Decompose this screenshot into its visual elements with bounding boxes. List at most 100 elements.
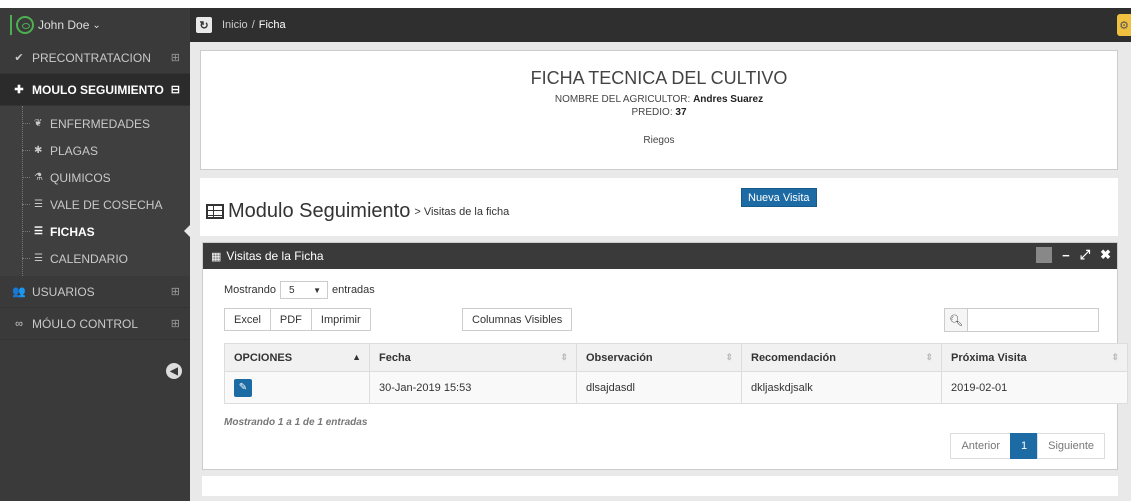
nueva-visita-button[interactable]: Nueva Visita	[741, 188, 817, 207]
pdf-button[interactable]: PDF	[269, 308, 312, 331]
footer-strip	[202, 476, 1118, 496]
sidebar-submenu: ❦ ENFERMEDADES ✱ PLAGAS ⚗ QUIMICOS ☰ VAL…	[0, 106, 190, 276]
sidebar-item-modulo-seguimiento[interactable]: ✚ MOULO SEGUIMIENTO ⊟	[0, 74, 190, 106]
entries-label: entradas	[331, 284, 375, 296]
previous-page-button[interactable]: Anterior	[950, 433, 1011, 459]
sidebar-item-precontratacion[interactable]: ✔ PRECONTRATACION ⊞	[0, 42, 190, 74]
column-header-proxima-visita[interactable]: Próxima Visita ⇕	[941, 343, 1128, 372]
agricultor-value: Andres Suarez	[693, 94, 764, 105]
breadcrumb-home[interactable]: Inicio	[222, 19, 248, 31]
agricultor-label: NOMBRE DEL AGRICULTOR:	[554, 94, 691, 105]
users-icon: 👥	[12, 286, 26, 298]
visitas-widget: ▦ Visitas de la Ficha − ⤢ ✖ Mostrando 5 …	[202, 242, 1128, 470]
module-subtitle: > Visitas de la ficha	[414, 205, 510, 218]
page-title: Modulo Seguimiento > Visitas de la ficha	[206, 200, 509, 223]
user-name: John Doe	[38, 18, 90, 32]
sidebar-subitem-label: VALE DE COSECHA	[50, 197, 163, 212]
collapse-icon[interactable]: ⊟	[171, 83, 180, 96]
widget-header: ▦ Visitas de la Ficha − ⤢ ✖	[203, 243, 1117, 269]
export-buttons: Excel PDF Imprimir	[224, 308, 371, 331]
sidebar-item-label: USUARIOS	[32, 284, 95, 299]
flask-icon: ⚗	[34, 172, 43, 183]
sidebar-subitem-quimicos[interactable]: ⚗ QUIMICOS	[0, 164, 190, 191]
excel-button[interactable]: Excel	[224, 308, 271, 331]
sidebar-subitem-fichas[interactable]: ☰ FICHAS	[0, 218, 190, 245]
sort-asc-icon: ▲	[352, 352, 361, 362]
sort-icon: ⇕	[925, 352, 933, 362]
edit-icon[interactable]: ✎	[234, 378, 252, 397]
observacion-cell: dlsajdasdl	[576, 371, 742, 404]
predio-line: PREDIO: 37	[201, 107, 1117, 118]
user-menu[interactable]: John Doe ⌄	[0, 8, 190, 42]
bug-icon: ✱	[34, 145, 43, 156]
fullscreen-icon[interactable]: ⤢	[1080, 247, 1090, 263]
search-input[interactable]	[968, 308, 1099, 332]
plus-icon: ✚	[14, 84, 24, 96]
column-header-observacion[interactable]: Observación ⇕	[576, 343, 742, 372]
sort-icon: ⇕	[1111, 352, 1119, 362]
sidebar-subitem-enfermedades[interactable]: ❦ ENFERMEDADES	[0, 110, 190, 137]
table-header-row: OPCIONES ▲ Fecha ⇕ Observación ⇕ Recomendac…	[224, 343, 1128, 372]
module-header: Modulo Seguimiento > Visitas de la ficha…	[200, 178, 1118, 236]
widget-controls: − ⤢ ✖	[1036, 247, 1111, 263]
chevron-down-icon: ⌄	[92, 19, 101, 31]
sidebar-subitem-vale-de-cosecha[interactable]: ☰ VALE DE COSECHA	[0, 191, 190, 218]
expand-icon[interactable]: ⊞	[171, 285, 180, 298]
refresh-icon[interactable]: ↻	[196, 17, 212, 33]
gear-icon[interactable]: ⚙	[1117, 14, 1131, 36]
list-icon: ☰	[34, 226, 43, 237]
sort-icon: ⇕	[725, 352, 733, 362]
breadcrumb-current: Ficha	[258, 19, 286, 31]
column-header-opciones[interactable]: OPCIONES ▲	[224, 343, 370, 372]
sidebar-item-label: MÓULO CONTROL	[32, 316, 139, 331]
list-icon: ☰	[34, 253, 43, 264]
fecha-cell: 30-Jan-2019 15:53	[369, 371, 577, 404]
riegos-label: Riegos	[643, 135, 675, 146]
sidebar-subitem-label: QUIMICOS	[50, 170, 111, 185]
sidebar-subitem-label: PLAGAS	[50, 143, 99, 158]
column-header-fecha[interactable]: Fecha ⇕	[369, 343, 577, 372]
color-toggle-icon[interactable]	[1036, 247, 1053, 263]
sidebar-item-usuarios[interactable]: 👥 USUARIOS ⊞	[0, 276, 190, 308]
breadcrumb: ↻ Inicio / Ficha	[196, 8, 286, 42]
page-size-select[interactable]: 5 ▼	[279, 281, 328, 299]
predio-value: 37	[675, 107, 687, 118]
column-header-recomendacion[interactable]: Recomendación ⇕	[741, 343, 942, 372]
ficha-header-box: FICHA TECNICA DEL CULTIVO NOMBRE DEL AGR…	[200, 50, 1118, 170]
list-icon: ☰	[34, 199, 43, 210]
column-label: Próxima Visita	[951, 351, 1027, 364]
check-icon: ✔	[14, 52, 24, 64]
recomendacion-cell: dkljaskdjsalk	[741, 371, 942, 404]
table-icon	[206, 204, 224, 219]
agricultor-line: NOMBRE DEL AGRICULTOR: Andres Suarez	[201, 94, 1117, 105]
pagination: Anterior 1 Siguiente	[950, 433, 1105, 459]
caret-down-icon: ▼	[313, 285, 321, 295]
sidebar-item-label: PRECONTRATACION	[32, 50, 151, 65]
infinity-icon: ∞	[15, 317, 23, 330]
table-row: ✎ 30-Jan-2019 15:53 dlsajdasdl dkljaskdj…	[224, 371, 1128, 404]
minimize-icon[interactable]: −	[1062, 248, 1070, 263]
next-page-button[interactable]: Siguiente	[1037, 433, 1105, 459]
options-cell: ✎	[224, 371, 370, 404]
ficha-title: FICHA TECNICA DEL CULTIVO	[530, 68, 788, 88]
expand-icon[interactable]: ⊞	[171, 51, 180, 64]
sidebar-subitem-label: CALENDARIO	[50, 251, 129, 266]
expand-icon[interactable]: ⊞	[171, 317, 180, 330]
show-label: Mostrando	[224, 284, 276, 296]
sidebar-item-modulo-control[interactable]: ∞ MÓULO CONTROL ⊞	[0, 308, 190, 340]
sidebar-item-label: MOULO SEGUIMIENTO	[32, 82, 164, 97]
breadcrumb-separator: /	[251, 19, 255, 31]
app-logo-icon	[16, 16, 34, 34]
sidebar-subitem-label: ENFERMEDADES	[50, 116, 151, 131]
page-size-value: 5	[288, 284, 295, 296]
page-1-button[interactable]: 1	[1010, 433, 1039, 459]
sidebar-collapse-icon[interactable]: ◀	[166, 363, 182, 379]
close-icon[interactable]: ✖	[1100, 247, 1111, 263]
visible-columns-button[interactable]: Columnas Visibles	[462, 308, 573, 331]
predio-label: PREDIO:	[631, 107, 673, 118]
sidebar-subitem-calendario[interactable]: ☰ CALENDARIO	[0, 245, 190, 272]
print-button[interactable]: Imprimir	[310, 308, 371, 331]
sidebar-subitem-plagas[interactable]: ✱ PLAGAS	[0, 137, 190, 164]
accent-bar	[10, 15, 12, 35]
column-label: OPCIONES	[234, 351, 293, 364]
